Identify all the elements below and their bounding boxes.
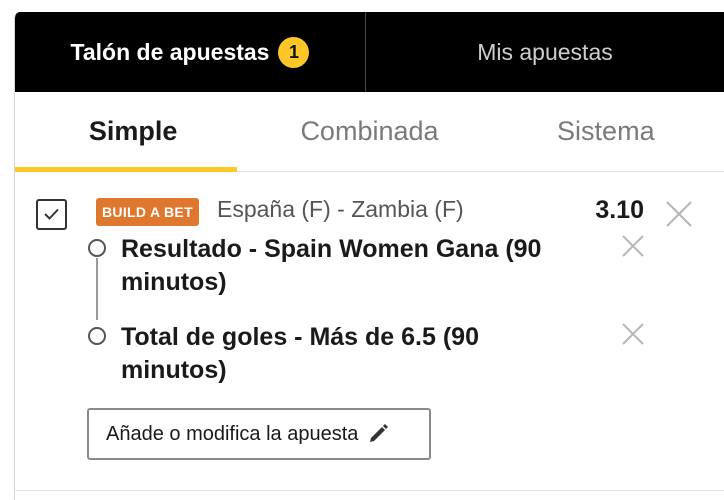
bet-odds: 3.10 xyxy=(595,196,644,224)
modify-bet-button[interactable]: Añade o modifica la apuesta xyxy=(87,408,431,460)
tab-simple-label: Simple xyxy=(88,116,178,146)
tab-sistema-label: Sistema xyxy=(557,116,655,146)
betslip-panel: Talón de apuestas 1 Mis apuestas Simple … xyxy=(14,12,724,500)
tab-combinada-label: Combinada xyxy=(300,116,439,146)
betslip-count-badge: 1 xyxy=(278,36,310,68)
bet-leg: Resultado - Spain Women Gana (90 minutos… xyxy=(121,235,542,296)
tab-betslip-label: Talón de apuestas xyxy=(70,38,270,65)
leg-dot xyxy=(88,239,106,257)
modify-bet-label: Añade o modifica la apuesta xyxy=(106,422,359,445)
build-a-bet-badge: BUILD A BET xyxy=(96,198,199,226)
tab-sistema[interactable]: Sistema xyxy=(488,92,724,171)
top-tabs: Talón de apuestas 1 Mis apuestas xyxy=(15,12,724,92)
tab-simple[interactable]: Simple xyxy=(15,92,251,171)
bet-select-checkbox[interactable] xyxy=(36,199,67,230)
tab-betslip[interactable]: Talón de apuestas 1 xyxy=(15,12,366,92)
remove-leg-button[interactable] xyxy=(621,234,645,258)
tab-combinada[interactable]: Combinada xyxy=(251,92,487,171)
event-name: España (F) - Zambia (F) xyxy=(217,196,464,222)
remove-bet-button[interactable] xyxy=(665,200,693,228)
remove-leg-button[interactable] xyxy=(621,322,645,346)
close-icon xyxy=(622,235,644,257)
bet-card: BUILD A BET España (F) - Zambia (F) 3.10… xyxy=(15,172,724,499)
divider xyxy=(15,490,724,491)
tab-my-bets[interactable]: Mis apuestas xyxy=(366,12,724,92)
check-icon xyxy=(44,208,59,220)
bet-type-tabs: Simple Combinada Sistema xyxy=(15,92,724,172)
tab-my-bets-label: Mis apuestas xyxy=(477,38,613,65)
pencil-icon xyxy=(370,424,389,442)
bet-leg: Total de goles - Más de 6.5 (90 minutos) xyxy=(121,323,479,384)
leg-dot xyxy=(88,327,106,345)
close-icon xyxy=(622,323,644,345)
legs-connector-line xyxy=(96,258,98,320)
close-icon xyxy=(666,201,692,227)
